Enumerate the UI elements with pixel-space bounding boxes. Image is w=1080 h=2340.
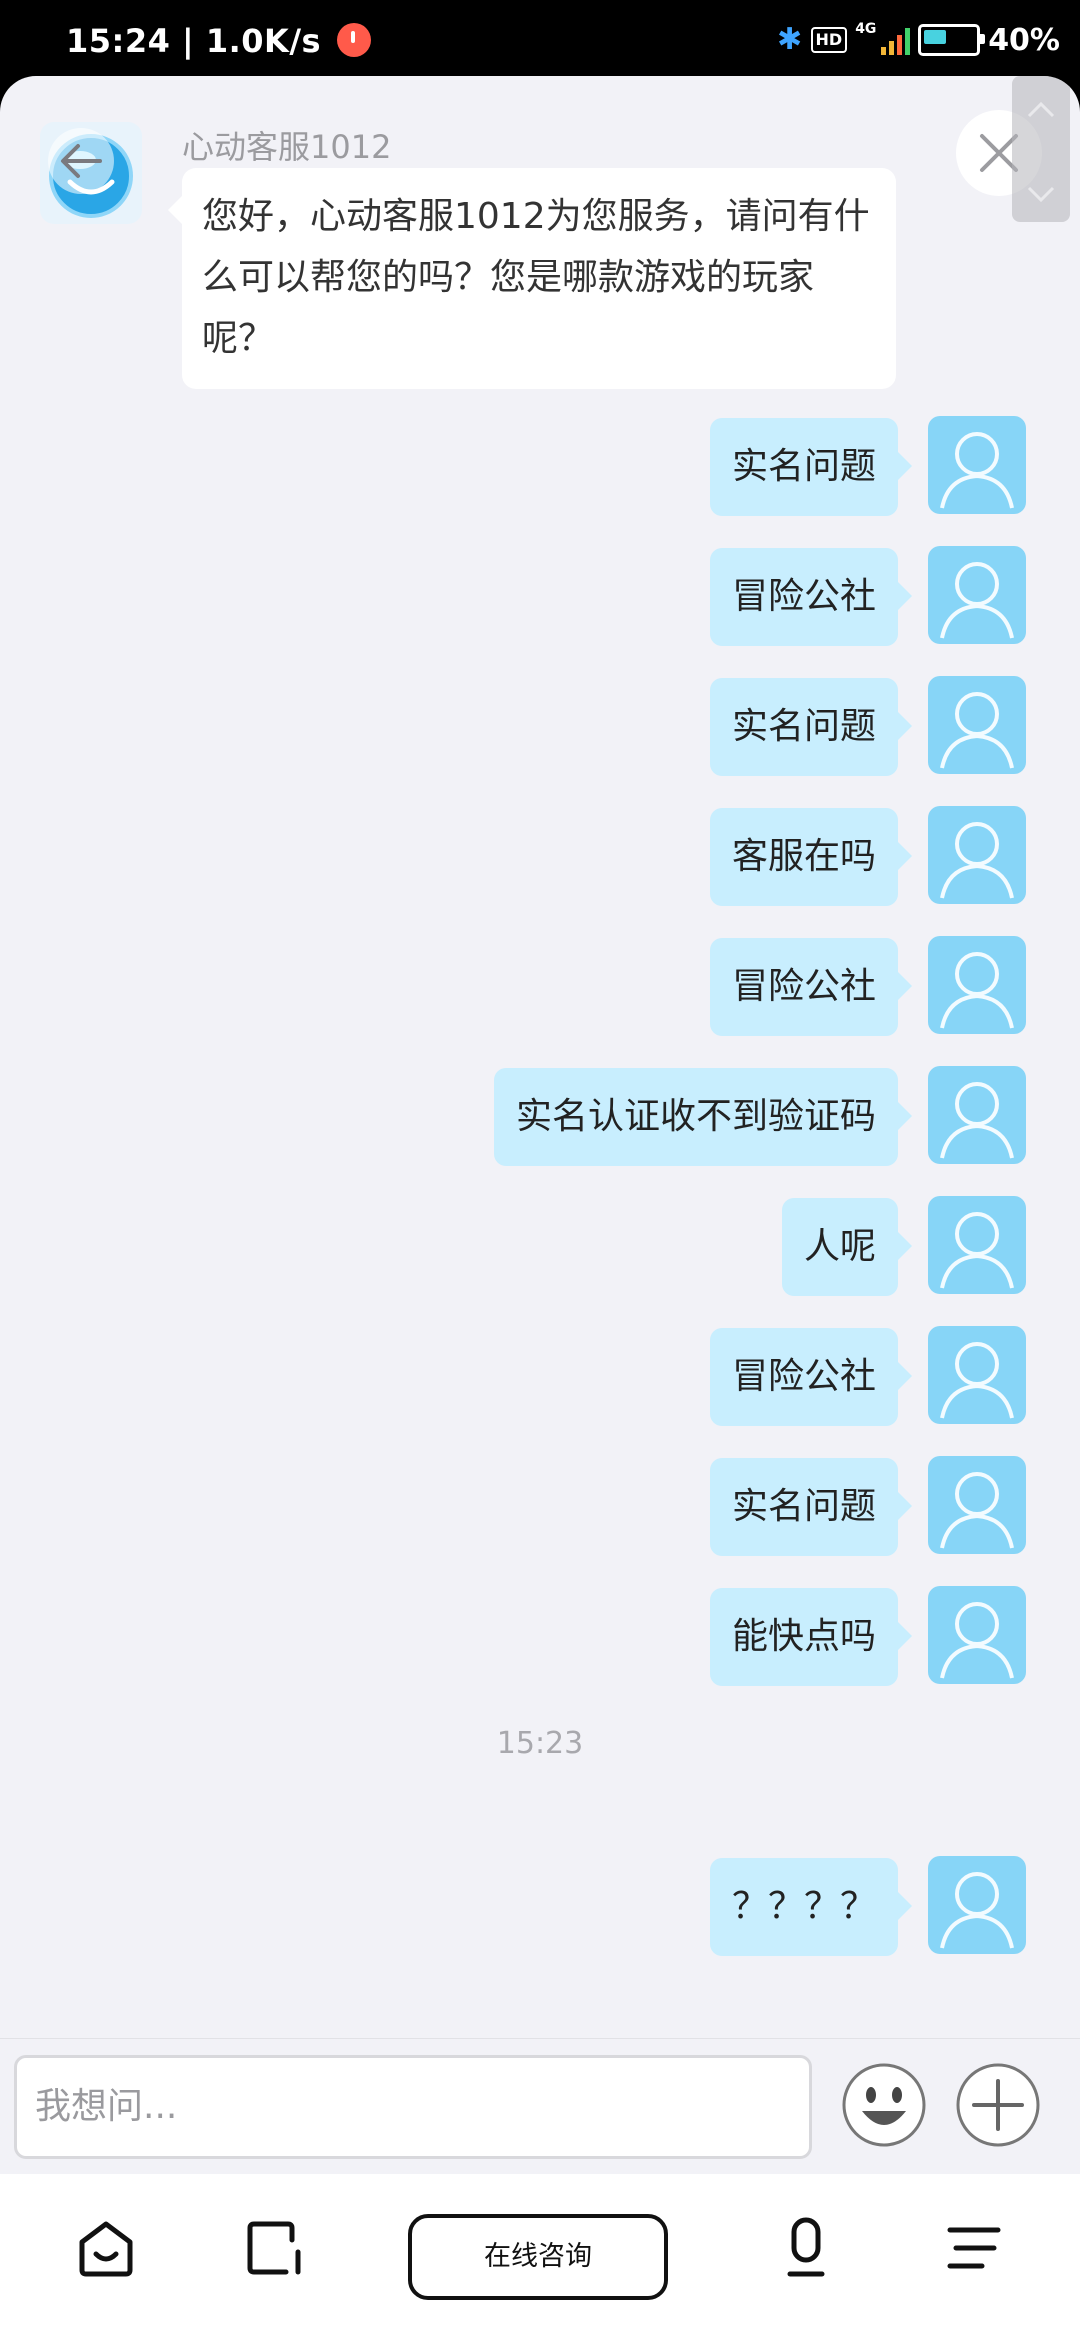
user-avatar-icon bbox=[940, 1212, 1014, 1289]
nav-menu-button[interactable] bbox=[942, 2216, 1006, 2280]
battery-percent: 40% bbox=[988, 22, 1060, 58]
message-row: 实名问题 bbox=[0, 1456, 1080, 1556]
bottom-nav: 在线咨询 bbox=[0, 2174, 1080, 2340]
online-consult-button[interactable]: 在线咨询 bbox=[408, 2214, 668, 2300]
user-message-bubble: 能快点吗 bbox=[709, 1588, 913, 1686]
status-time-speed: 15:24 | 1.0K/s bbox=[66, 22, 322, 60]
user-message-bubble: 冒险公社 bbox=[709, 548, 913, 646]
signal-icon: 4G bbox=[855, 21, 911, 55]
chat-sheet: 心动客服1012 您好，心动客服1012为您服务，请问有什么可以帮您的吗？您是哪… bbox=[0, 76, 1080, 2340]
agent-message-bubble: 您好，心动客服1012为您服务，请问有什么可以帮您的吗？您是哪款游戏的玩家呢？ bbox=[168, 168, 896, 389]
smiley-icon bbox=[842, 2063, 926, 2147]
menu-icon bbox=[947, 2227, 1001, 2269]
input-bar: 我想问... bbox=[0, 2038, 1080, 2175]
user-avatar bbox=[928, 1196, 1026, 1294]
user-message-bubble: 人呢 bbox=[781, 1198, 913, 1296]
user-avatar-icon bbox=[940, 952, 1014, 1029]
message-input[interactable]: 我想问... bbox=[14, 2055, 812, 2159]
status-bar: 15:24 | 1.0K/s ✱ HD 4G 40% bbox=[0, 0, 1080, 76]
user-avatar bbox=[928, 1586, 1026, 1684]
emoji-button[interactable] bbox=[840, 2061, 928, 2149]
user-avatar-icon bbox=[940, 432, 1014, 509]
user-avatar bbox=[928, 416, 1026, 514]
user-avatar-icon bbox=[940, 822, 1014, 899]
agent-name: 心动客服1012 bbox=[182, 128, 392, 166]
scroll-handle[interactable] bbox=[1012, 76, 1070, 222]
alarm-icon bbox=[336, 23, 371, 57]
user-message-bubble: 实名问题 bbox=[709, 678, 913, 776]
message-row: 实名问题 bbox=[0, 416, 1080, 516]
user-avatar-icon bbox=[940, 692, 1014, 769]
plus-icon bbox=[956, 2063, 1040, 2147]
status-icons: ✱ HD 4G 40% bbox=[777, 20, 1060, 60]
user-avatar-icon bbox=[940, 1082, 1014, 1159]
status-time: 15:24 | 1.0K/s bbox=[66, 22, 371, 60]
message-row: 客服在吗 bbox=[0, 806, 1080, 906]
user-message-bubble: 冒险公社 bbox=[709, 938, 913, 1036]
hd-badge: HD bbox=[810, 27, 848, 53]
message-row: ？？？？ bbox=[0, 1856, 1080, 1956]
nav-home-button[interactable] bbox=[74, 2216, 138, 2280]
microphone-icon bbox=[787, 2217, 825, 2277]
user-message-bubble: 客服在吗 bbox=[709, 808, 913, 906]
user-message-bubble: 实名问题 bbox=[709, 418, 913, 516]
user-message-bubble: ？？？？ bbox=[709, 1858, 913, 1956]
message-row: 人呢 bbox=[0, 1196, 1080, 1296]
user-avatar-icon bbox=[940, 562, 1014, 639]
nav-multitask-button[interactable] bbox=[242, 2216, 306, 2280]
battery-icon bbox=[918, 24, 986, 56]
network-label: 4G bbox=[855, 21, 877, 37]
message-row: 冒险公社 bbox=[0, 546, 1080, 646]
square-icon bbox=[247, 2221, 301, 2275]
user-avatar bbox=[928, 1856, 1026, 1954]
user-message-bubble: 冒险公社 bbox=[709, 1328, 913, 1426]
message-row: 能快点吗 bbox=[0, 1586, 1080, 1686]
arrow-left-icon bbox=[61, 144, 102, 178]
message-row: 实名认证收不到验证码 bbox=[0, 1066, 1080, 1166]
user-avatar-icon bbox=[940, 1602, 1014, 1679]
back-button[interactable] bbox=[48, 128, 114, 194]
user-avatar bbox=[928, 676, 1026, 774]
user-avatar bbox=[928, 1066, 1026, 1164]
chat-timestamp: 15:23 bbox=[496, 1726, 584, 1761]
user-avatar-icon bbox=[940, 1872, 1014, 1949]
add-attachment-button[interactable] bbox=[954, 2061, 1042, 2149]
user-message-bubble: 实名认证收不到验证码 bbox=[493, 1068, 913, 1166]
message-row: 实名问题 bbox=[0, 676, 1080, 776]
user-avatar bbox=[928, 1326, 1026, 1424]
nav-voice-button[interactable] bbox=[774, 2216, 838, 2280]
user-avatar bbox=[928, 546, 1026, 644]
bluetooth-icon: ✱ bbox=[776, 22, 803, 57]
message-row: 冒险公社 bbox=[0, 1326, 1080, 1426]
user-message-bubble: 实名问题 bbox=[709, 1458, 913, 1556]
home-icon bbox=[79, 2221, 133, 2277]
user-avatar-icon bbox=[940, 1342, 1014, 1419]
user-avatar bbox=[928, 806, 1026, 904]
chat-scroll-area[interactable]: 心动客服1012 您好，心动客服1012为您服务，请问有什么可以帮您的吗？您是哪… bbox=[0, 76, 1080, 2038]
user-avatar bbox=[928, 936, 1026, 1034]
user-avatar-icon bbox=[940, 1472, 1014, 1549]
user-avatar bbox=[928, 1456, 1026, 1554]
message-row: 冒险公社 bbox=[0, 936, 1080, 1036]
chevron-up-down-icon bbox=[1027, 101, 1055, 203]
